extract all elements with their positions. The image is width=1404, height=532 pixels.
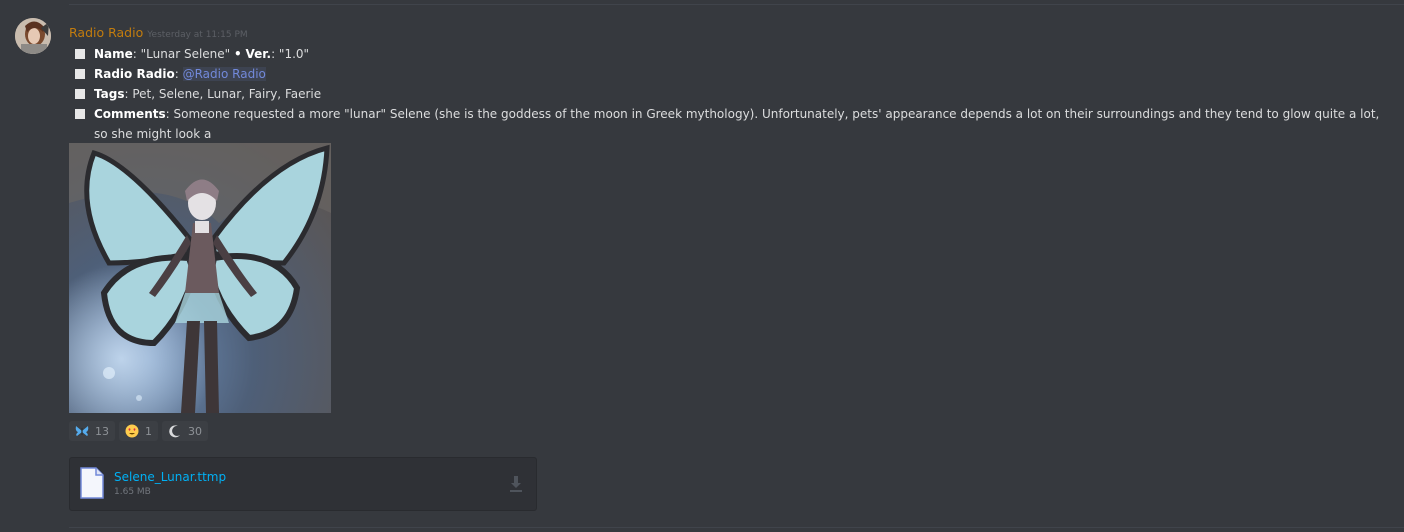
download-icon[interactable] (508, 475, 524, 493)
separator-dot: • (234, 47, 242, 61)
message-header: Radio Radio Yesterday at 11:15 PM (69, 22, 248, 41)
author-separator: : (174, 67, 183, 81)
reactions-bar: 13 1 30 (69, 421, 208, 441)
list-item-author: Radio Radio: @Radio Radio (69, 64, 1389, 84)
version-value: : "1.0" (271, 47, 310, 61)
checkbox-bullet-icon (75, 89, 85, 99)
file-attachment: Selene_Lunar.ttmp 1.65 MB (69, 457, 537, 511)
name-value: : "Lunar Selene" (132, 47, 231, 61)
butterfly-emoji-icon (75, 426, 89, 436)
reaction-heart-eyes[interactable]: 1 (119, 421, 158, 441)
reaction-count: 1 (145, 424, 152, 438)
list-item-name: Name: "Lunar Selene" • Ver.: "1.0" (69, 44, 1389, 64)
heart-eyes-emoji-icon (125, 424, 139, 438)
list-item-comments: Comments: Someone requested a more "luna… (69, 104, 1389, 144)
avatar-image (15, 18, 51, 54)
comments-label: Comments (94, 107, 166, 121)
file-name-link[interactable]: Selene_Lunar.ttmp (114, 470, 226, 484)
list-item-tags: Tags: Pet, Selene, Lunar, Fairy, Faerie (69, 84, 1389, 104)
chat-message-view: Radio Radio Yesterday at 11:15 PM Name: "… (0, 0, 1404, 532)
author-label: Radio Radio (94, 67, 175, 81)
checkbox-bullet-icon (75, 49, 85, 59)
crescent-moon-emoji-icon (169, 425, 180, 438)
avatar[interactable] (15, 18, 51, 54)
file-icon (80, 467, 104, 499)
reaction-count: 30 (188, 424, 202, 438)
reaction-butterfly[interactable]: 13 (69, 421, 115, 441)
message-divider (69, 4, 1404, 5)
comments-value: : Someone requested a more "lunar" Selen… (94, 107, 1380, 141)
user-mention[interactable]: @Radio Radio (182, 67, 266, 81)
file-size: 1.65 MB (114, 487, 151, 497)
tags-value: : Pet, Selene, Lunar, Fairy, Faerie (124, 87, 322, 101)
message-divider (69, 527, 1404, 528)
message-timestamp: Yesterday at 11:15 PM (147, 30, 248, 40)
reaction-count: 13 (95, 424, 109, 438)
tags-label: Tags (94, 87, 125, 101)
version-label: Ver. (245, 47, 272, 61)
checkbox-bullet-icon (75, 69, 85, 79)
name-label: Name (94, 47, 133, 61)
author-name[interactable]: Radio Radio (69, 25, 143, 40)
fairy-image (69, 143, 331, 413)
image-attachment[interactable] (69, 143, 331, 413)
reaction-crescent-moon[interactable]: 30 (162, 421, 208, 441)
checkbox-bullet-icon (75, 109, 85, 119)
